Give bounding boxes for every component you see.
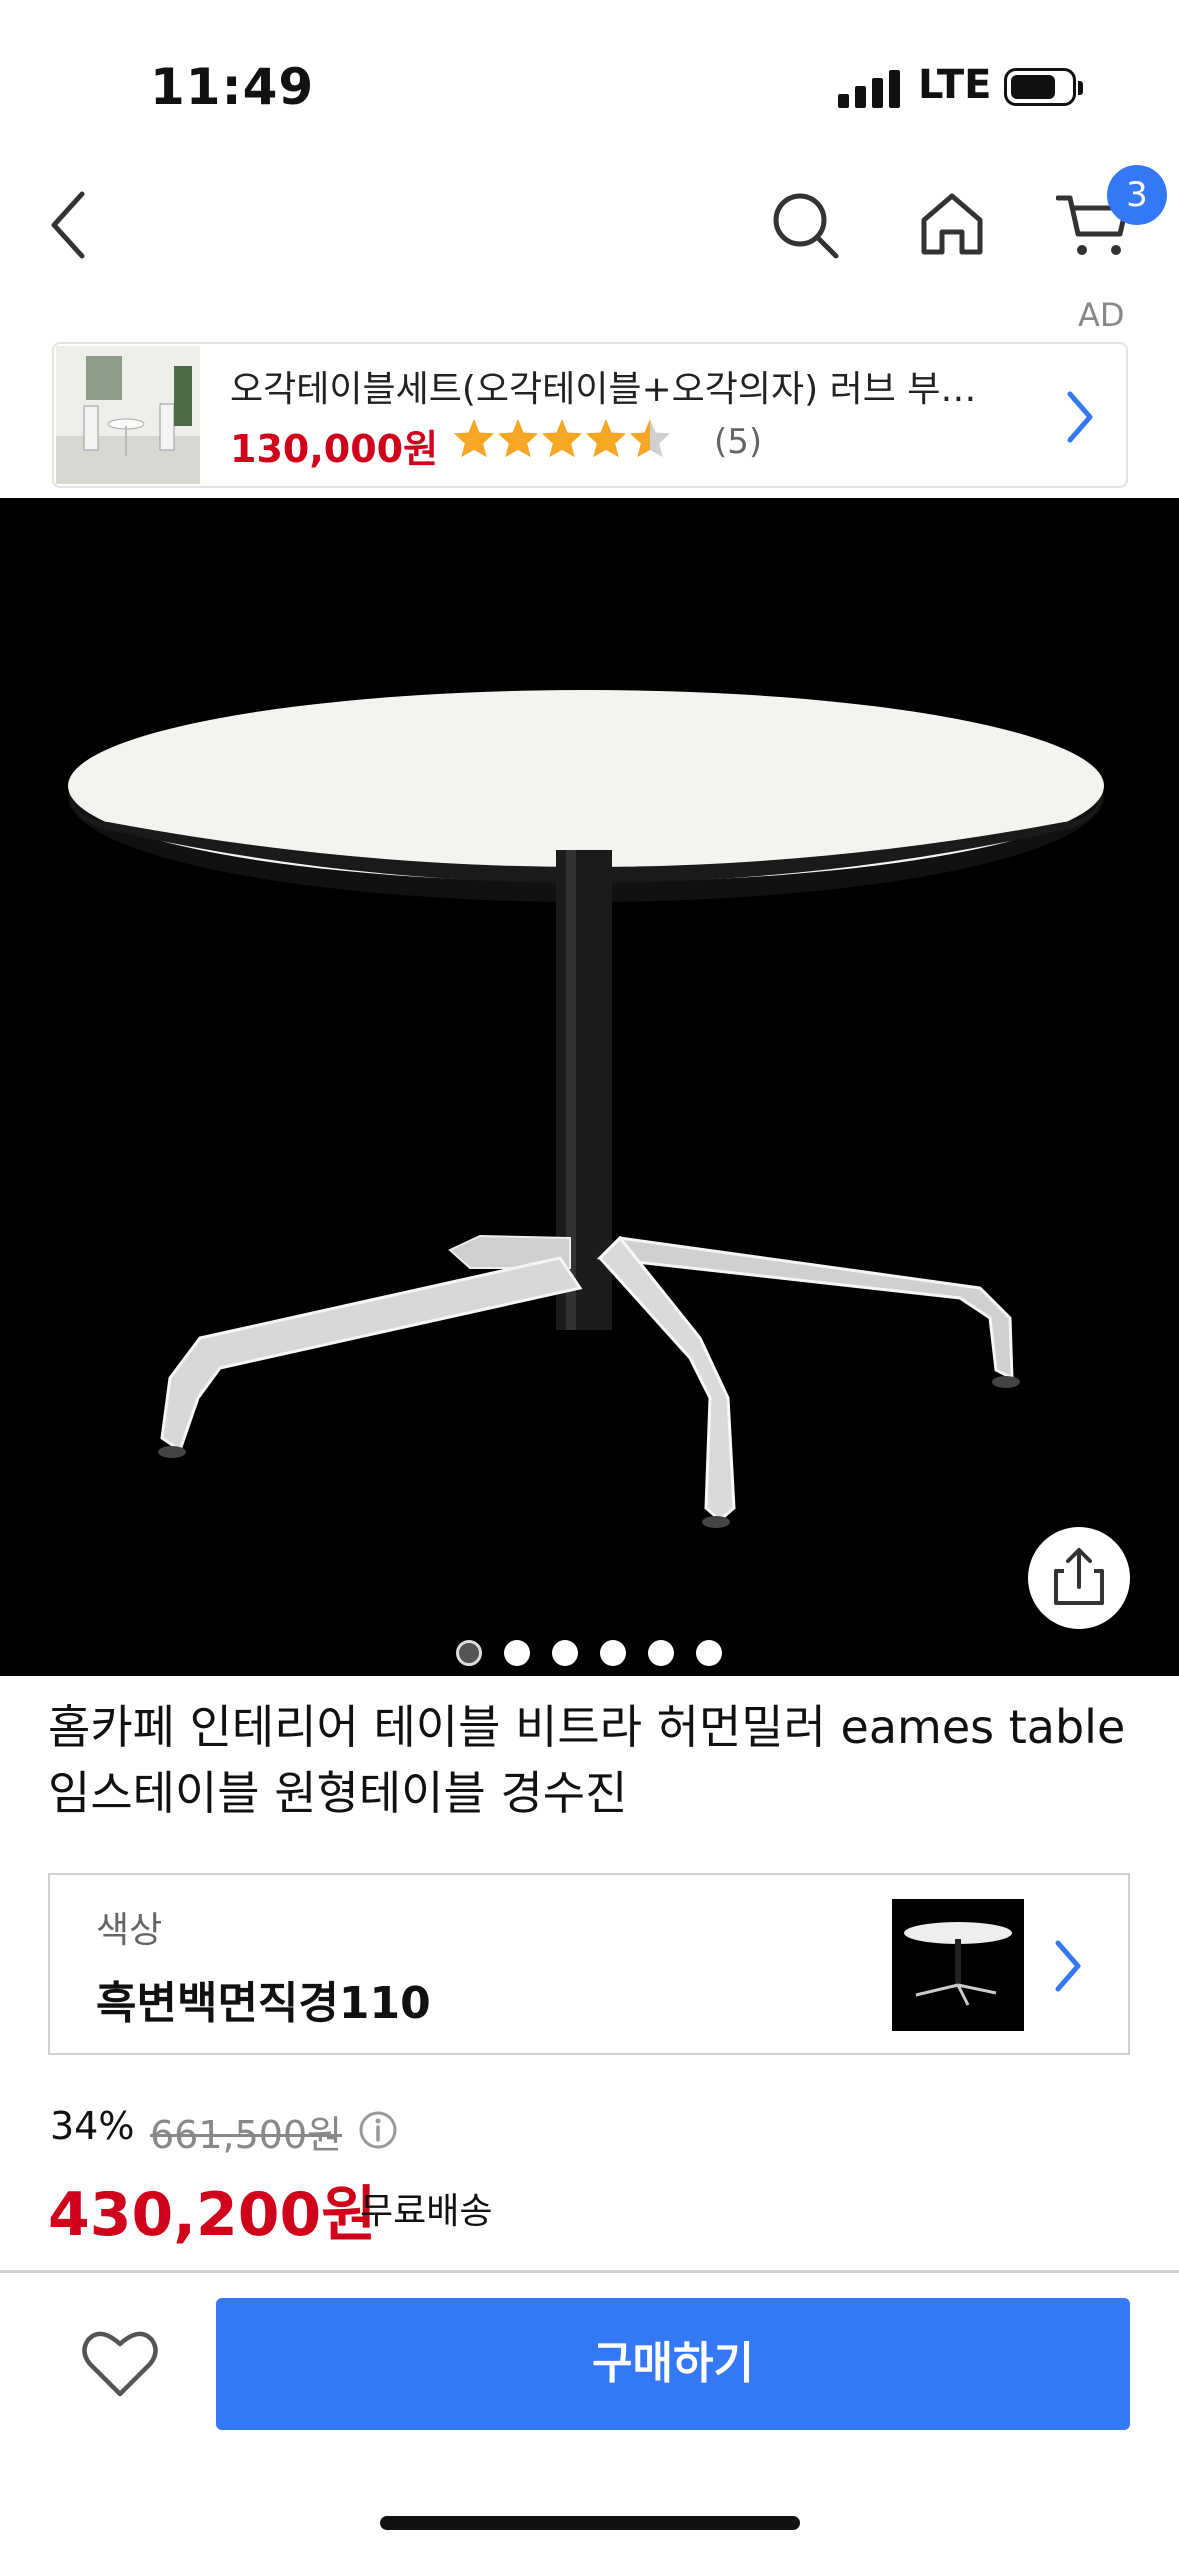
signal-bars-icon — [838, 70, 900, 108]
ad-review-count: (5) — [714, 422, 763, 462]
battery-icon — [1004, 68, 1083, 106]
gallery-dot[interactable] — [600, 1640, 626, 1666]
product-image[interactable] — [0, 498, 1179, 1676]
status-time: 11:49 — [150, 58, 315, 116]
option-label: 색상 — [96, 1910, 163, 1951]
gallery-dot[interactable] — [648, 1640, 674, 1666]
ad-thumbnail — [56, 346, 200, 484]
original-price: 661,500원 — [150, 2113, 343, 2157]
home-indicator — [380, 2516, 800, 2530]
ad-price: 130,000원 — [230, 427, 439, 471]
chevron-right-icon — [1067, 391, 1093, 443]
option-value: 흑변백면직경110 — [96, 1978, 431, 2029]
network-label: LTE — [918, 62, 992, 108]
shipping-info: 무료배송 — [360, 2191, 493, 2232]
product-title: 홈카페 인테리어 테이블 비트라 허먼밀러 eames table 임스테이블 … — [48, 1700, 1126, 1820]
star-icon — [497, 418, 539, 458]
heart-icon[interactable] — [80, 2328, 160, 2400]
option-thumbnail — [892, 1899, 1024, 2031]
chevron-right-icon — [1055, 1940, 1081, 1992]
star-rating — [452, 416, 672, 460]
cart-count-badge: 3 — [1107, 165, 1167, 225]
buy-button[interactable]: 구매하기 — [216, 2298, 1130, 2430]
home-icon[interactable] — [918, 190, 986, 258]
option-selector[interactable]: 색상 흑변백면직경110 — [48, 1873, 1130, 2055]
gallery-dot[interactable] — [504, 1640, 530, 1666]
ad-label: AD — [1078, 296, 1125, 334]
discount-rate: 34% — [50, 2104, 135, 2148]
info-icon[interactable] — [358, 2110, 398, 2150]
gallery-dot[interactable] — [696, 1640, 722, 1666]
search-icon[interactable] — [770, 190, 840, 260]
gallery-page-indicator — [456, 1640, 722, 1666]
gallery-dot[interactable] — [456, 1640, 482, 1666]
back-chevron-icon[interactable] — [44, 188, 94, 262]
star-icon — [541, 418, 583, 458]
sale-price: 430,200원 — [48, 2180, 377, 2250]
star-icon — [585, 418, 627, 458]
share-button[interactable] — [1028, 1527, 1130, 1629]
ad-title: 오각테이블세트(오각테이블+오각의자) 러브 부… — [230, 369, 977, 410]
star-icon — [629, 418, 671, 458]
star-icon — [453, 418, 495, 458]
divider — [0, 2270, 1179, 2273]
share-icon — [1054, 1548, 1104, 1605]
ad-banner[interactable]: 오각테이블세트(오각테이블+오각의자) 러브 부… 130,000원 (5) — [52, 342, 1128, 488]
gallery-dot[interactable] — [552, 1640, 578, 1666]
